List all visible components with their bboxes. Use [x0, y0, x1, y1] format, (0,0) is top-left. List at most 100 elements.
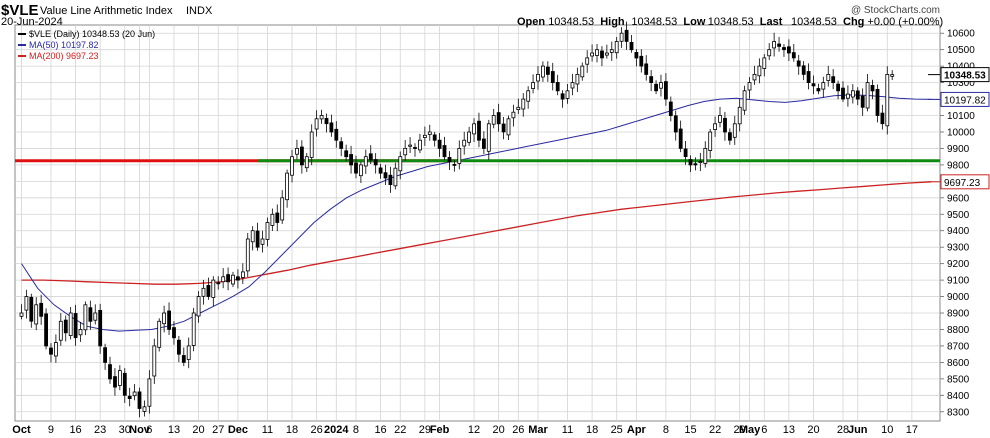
- candle-body: [304, 156, 309, 169]
- candle-body: [447, 156, 452, 162]
- candle-body: [718, 115, 722, 123]
- candle-body: [708, 131, 713, 151]
- candle-body: [393, 167, 398, 187]
- candle-body: [314, 118, 319, 130]
- candle-body: [742, 90, 747, 111]
- candle-body: [167, 310, 172, 330]
- candle-body: [157, 320, 162, 348]
- candle-body: [181, 355, 186, 363]
- y-tick-label: 9500: [947, 210, 970, 221]
- legend-label: MA(200) 9697.23: [29, 51, 99, 61]
- candle-body: [541, 65, 545, 78]
- candle-body: [654, 83, 658, 92]
- x-tick-label: 17: [906, 424, 918, 436]
- candle-body: [801, 65, 806, 75]
- legend-label: $VLE (Daily) 10348.53 (20 Jun): [29, 29, 155, 39]
- candle-body: [860, 95, 865, 108]
- x-tick-label: 18: [586, 424, 598, 436]
- x-tick-label: 11: [562, 424, 573, 436]
- x-tick-label: Oct: [12, 424, 31, 436]
- candle-body: [600, 50, 604, 59]
- candle-body: [309, 131, 314, 158]
- candle-body: [737, 106, 742, 125]
- candle-body: [511, 111, 516, 119]
- candle-body: [240, 271, 245, 278]
- candle-body: [329, 122, 334, 133]
- candle-body: [427, 131, 432, 135]
- x-tick-label: 16: [69, 424, 81, 436]
- candle-body: [299, 146, 304, 166]
- candle-body: [757, 65, 762, 77]
- candle-body: [118, 370, 122, 386]
- candle-body: [186, 345, 191, 360]
- candle-body: [98, 309, 103, 347]
- candle-body: [63, 319, 68, 334]
- candle-body: [324, 118, 329, 125]
- y-tick-label: 8400: [947, 391, 970, 402]
- candle-body: [762, 57, 767, 69]
- candle-body: [24, 296, 29, 311]
- candle-body: [516, 106, 521, 111]
- x-tick-label: 13: [168, 424, 180, 436]
- candle-body: [855, 90, 860, 100]
- candle-body: [723, 117, 727, 133]
- ohlc-label: Open: [517, 16, 545, 28]
- candle-body: [477, 120, 481, 141]
- candle-body: [501, 123, 506, 133]
- x-tick-label: 9: [48, 424, 54, 436]
- candle-body: [260, 238, 265, 245]
- candle-body: [54, 342, 58, 357]
- candle-body: [422, 134, 427, 138]
- ohlc-value: 10348.53: [791, 16, 837, 28]
- candle-body: [486, 123, 491, 152]
- candle-body: [570, 82, 575, 89]
- ohlc-value: 10348.53: [631, 16, 677, 28]
- x-tick-label: Feb: [430, 424, 450, 436]
- x-tick-label: 11: [262, 424, 273, 436]
- y-tick-label: 10600: [947, 29, 975, 40]
- candle-body: [821, 82, 826, 90]
- candle-body: [39, 302, 44, 317]
- candle-body: [122, 372, 127, 396]
- candle-body: [432, 134, 437, 141]
- candle-body: [255, 230, 260, 248]
- candle-body: [836, 83, 840, 92]
- candle-body: [113, 376, 117, 388]
- candle-body: [536, 74, 540, 82]
- candle-body: [363, 156, 368, 167]
- candle-body: [555, 82, 560, 92]
- ohlc-label: High: [600, 16, 625, 28]
- candle-body: [491, 115, 496, 125]
- x-tick-label: 20: [192, 424, 204, 436]
- exchange: INDX: [186, 5, 213, 17]
- x-tick-label: 6: [761, 424, 767, 436]
- candle-body: [418, 139, 422, 151]
- x-tick-label: 12: [468, 424, 480, 436]
- candle-body: [358, 164, 363, 177]
- candle-body: [88, 307, 93, 322]
- candle-body: [791, 52, 796, 59]
- candle-body: [191, 312, 196, 346]
- candle-body: [644, 63, 649, 75]
- candle-body: [437, 139, 442, 149]
- candle-body: [639, 55, 644, 67]
- candle-body: [172, 327, 176, 339]
- candle-body: [816, 88, 821, 92]
- y-tick-label: 8300: [947, 407, 970, 418]
- x-tick-label: 13: [783, 424, 795, 436]
- y-tick-label: 9300: [947, 243, 970, 254]
- candle-body: [521, 98, 526, 110]
- candle-body: [811, 83, 816, 87]
- candle-body: [354, 162, 358, 174]
- candle-body: [226, 274, 231, 283]
- x-tick-label: May: [739, 424, 761, 436]
- candle-body: [216, 282, 221, 285]
- candle-body: [231, 274, 235, 285]
- y-tick-label: 9100: [947, 276, 970, 287]
- candle-body: [285, 172, 290, 201]
- candle-body: [673, 115, 678, 133]
- candle-body: [373, 159, 378, 166]
- candle-body: [590, 52, 594, 57]
- candle-body: [659, 82, 663, 89]
- candle-body: [211, 279, 216, 298]
